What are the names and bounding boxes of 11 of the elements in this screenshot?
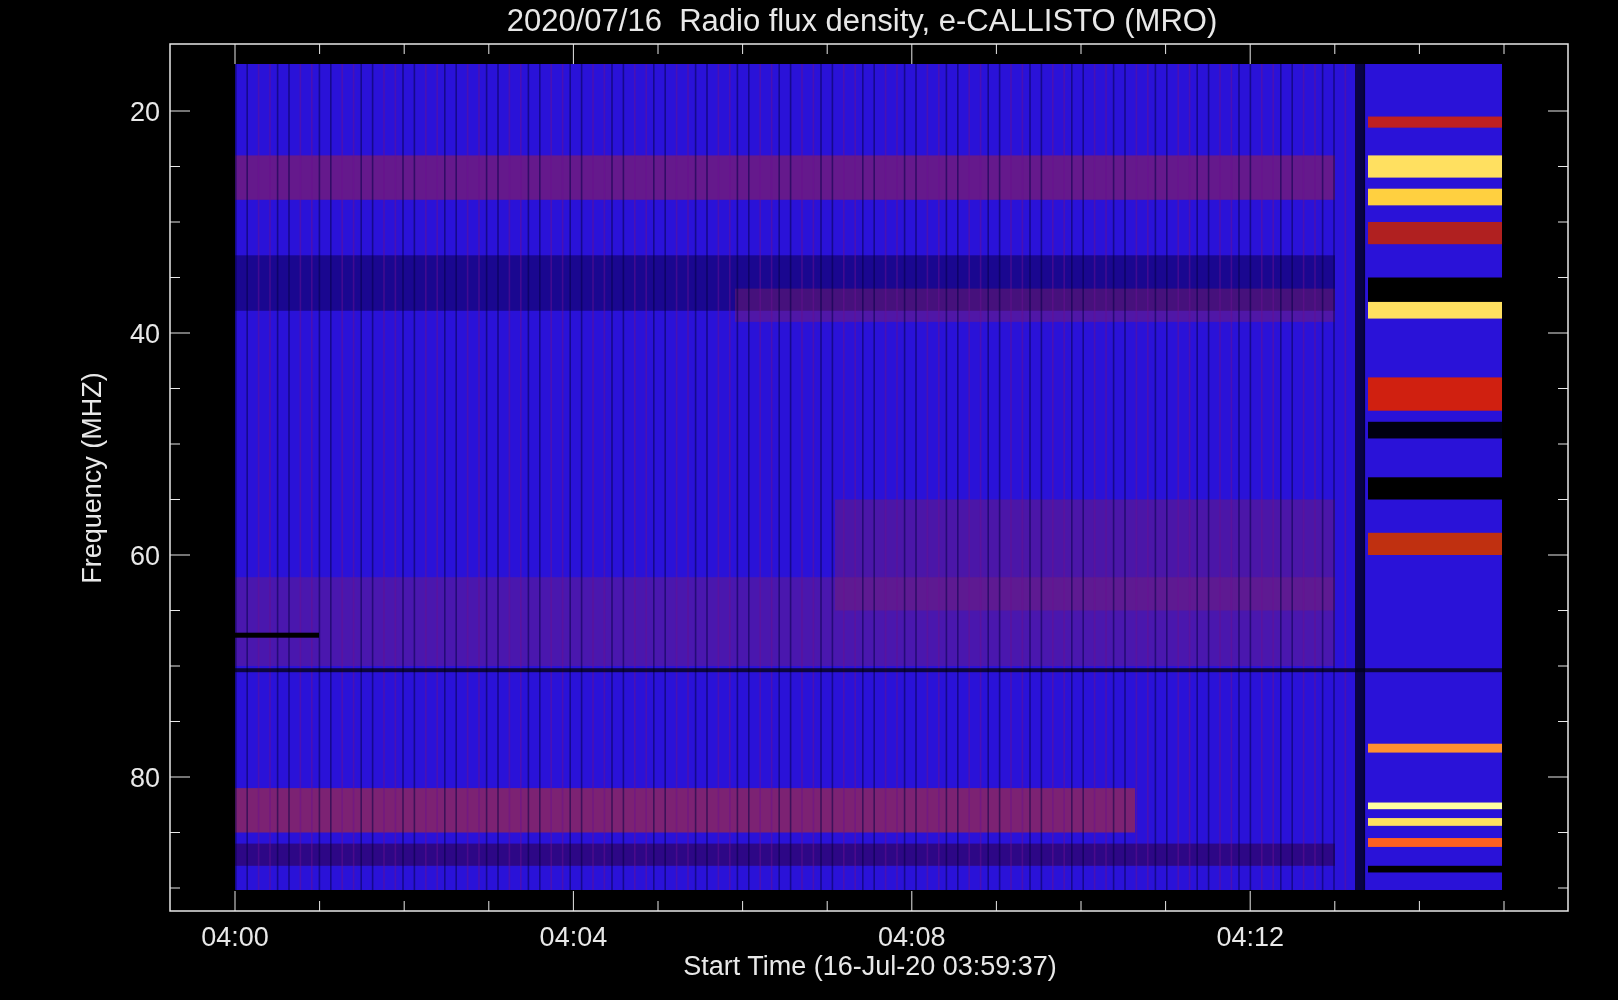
x-tick-label: 04:00 [201,922,269,952]
x-axis-title: Start Time (16-Jul-20 03:59:37) [683,951,1057,981]
x-tick-label: 04:04 [539,922,608,952]
y-axis-title: Frequency (MHZ) [77,372,107,584]
y-tick-label: 60 [129,541,160,571]
y-tick-label: 40 [129,319,160,349]
x-tick-label: 04:08 [878,922,946,952]
y-tick-label: 80 [129,763,160,793]
y-tick-label: 20 [129,97,160,127]
chart-title: 2020/07/16 Radio flux density, e-CALLISTO (MRO) [506,3,1218,38]
x-tick-label: 04:12 [1216,922,1284,952]
